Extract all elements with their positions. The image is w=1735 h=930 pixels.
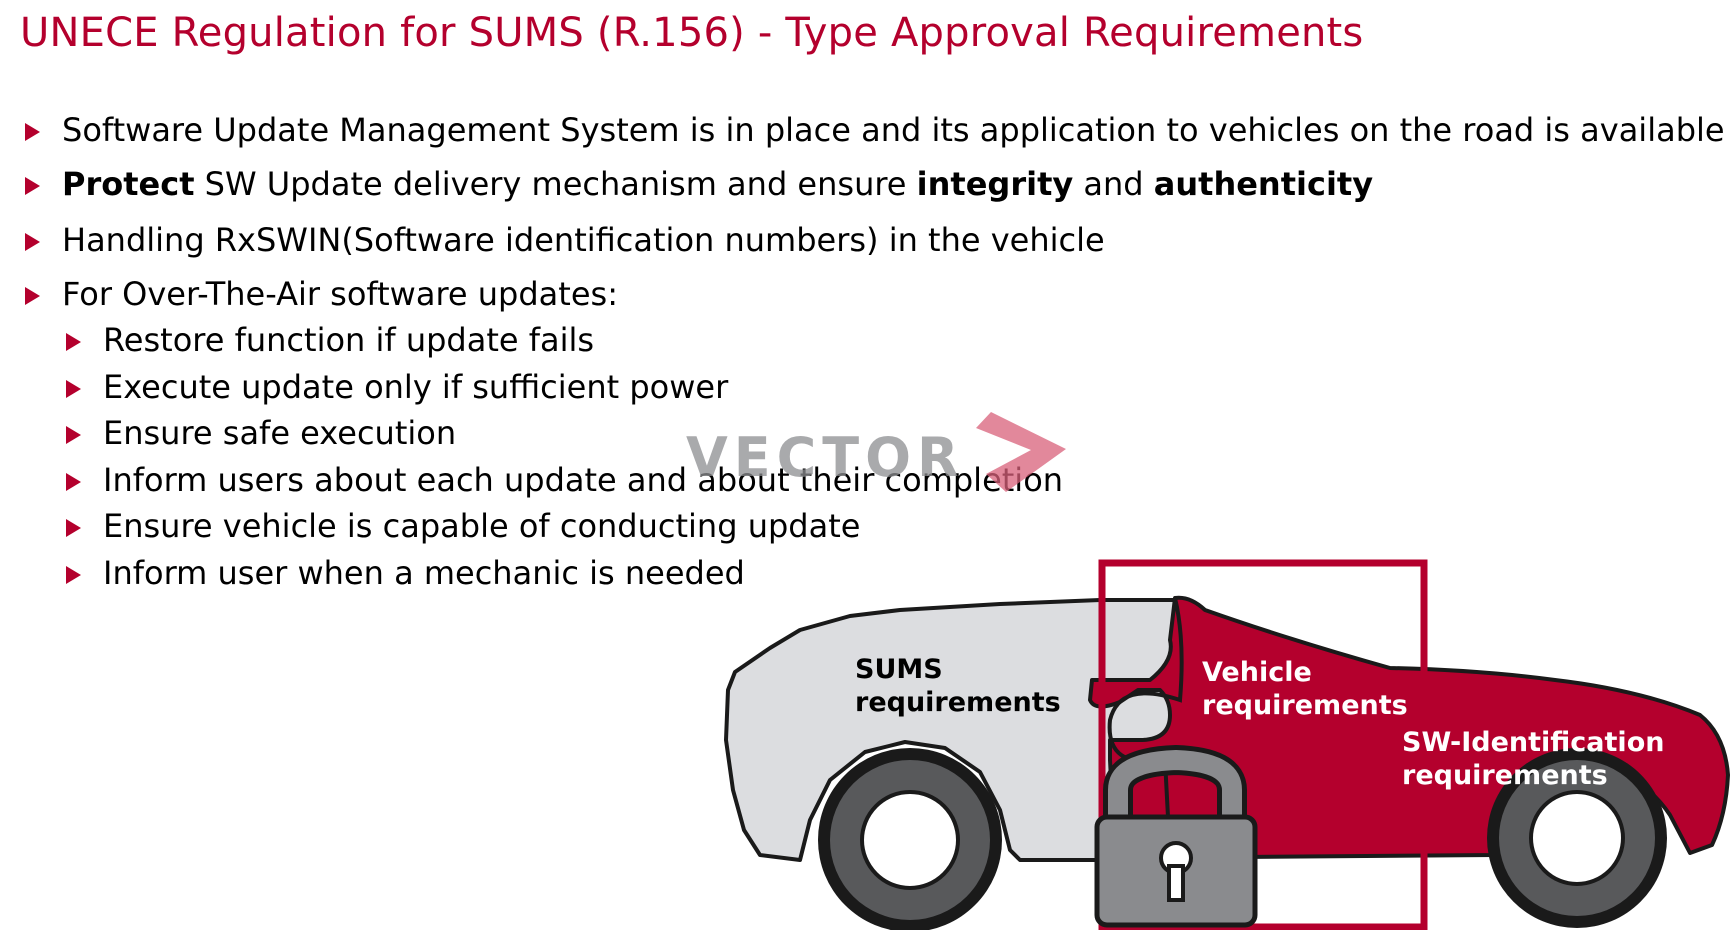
bullet-emphasis-integrity: integrity [916,165,1074,203]
bullet-rxswin: Handling RxSWIN(Software identification … [25,220,1105,260]
bullet-text: and [1073,165,1154,203]
bullet-protect-delivery: Protect SW Update delivery mechanism and… [25,164,1373,204]
bullet-arrow-icon [25,287,40,305]
vehicle-requirements-label: Vehicle requirements [1202,657,1408,721]
bullet-emphasis-protect: Protect [62,165,195,203]
bullet-text: SW Update delivery mechanism and ensure [194,165,917,203]
bullet-arrow-icon [25,177,40,195]
sub-bullet-text: Execute update only if sufficient power [103,368,729,406]
sub-bullet-power: Execute update only if sufficient power [66,367,728,407]
bullet-arrow-icon [66,380,81,398]
slide-title: UNECE Regulation for SUMS (R.156) - Type… [20,10,1364,56]
bullet-arrow-icon [25,123,40,141]
bullet-arrow-icon [25,233,40,251]
bullet-arrow-icon [66,426,81,444]
bullet-arrow-icon [66,566,81,584]
sub-bullet-text: Ensure safe execution [103,414,457,452]
sub-bullet-mechanic: Inform user when a mechanic is needed [66,553,745,593]
bullet-arrow-icon [66,473,81,491]
sub-bullet-safe-execution: Ensure safe execution [66,413,456,453]
bullet-arrow-icon [66,333,81,351]
vehicle-requirements-frame [1098,559,1428,930]
sub-bullet-text: Restore function if update fails [103,321,595,359]
watermark-chevron-icon [976,412,1066,492]
bullet-sums-in-place: Software Update Management System is in … [25,110,1725,150]
sub-bullet-text: Inform user when a mechanic is needed [103,554,745,592]
sw-identification-requirements-label: SW-Identification requirements [1402,727,1665,791]
car-body-sums-part [724,598,1182,862]
bullet-text: Software Update Management System is in … [62,111,1725,149]
bullet-ota: For Over-The-Air software updates: [25,274,618,314]
rear-wheel [818,748,1002,930]
padlock-icon [1094,744,1258,928]
sub-bullet-text: Ensure vehicle is capable of conducting … [103,507,861,545]
bullet-arrow-icon [66,519,81,537]
puzzle-divider [1107,597,1184,856]
bullet-text: Handling RxSWIN(Software identification … [62,221,1105,259]
vector-watermark-logo: VECTOR [686,412,1066,492]
watermark-text: VECTOR [686,426,965,489]
sums-requirements-label: SUMS requirements [855,654,1061,718]
bullet-text: For Over-The-Air software updates: [62,275,618,313]
sub-bullet-restore: Restore function if update fails [66,320,594,360]
sub-bullet-vehicle-capable: Ensure vehicle is capable of conducting … [66,506,860,546]
bullet-emphasis-authenticity: authenticity [1153,165,1374,203]
